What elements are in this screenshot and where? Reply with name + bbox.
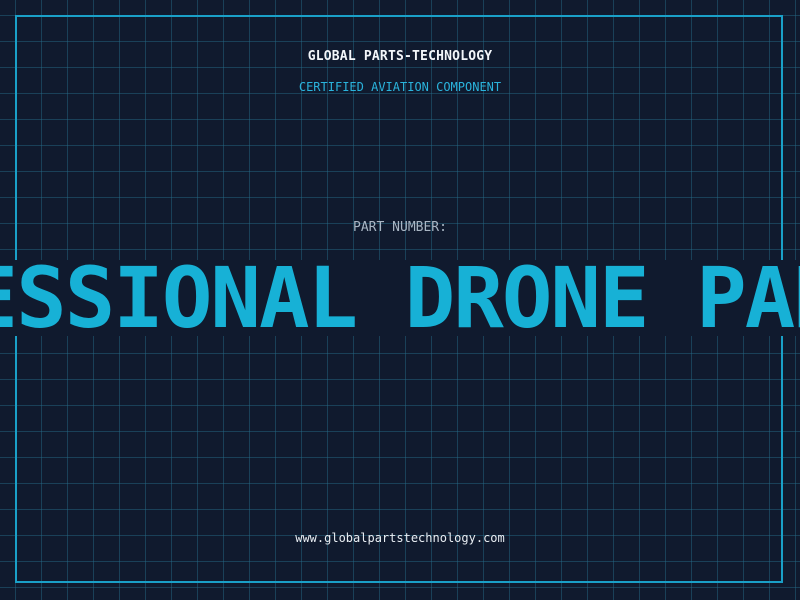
website-link[interactable]: www.globalpartstechnology.com: [0, 531, 800, 545]
part-number-banner: PROFESSIONAL DRONE PARTS: [0, 260, 800, 336]
page-canvas: GLOBAL PARTS-TECHNOLOGY CERTIFIED AVIATI…: [0, 0, 800, 600]
part-number-value: PROFESSIONAL DRONE PARTS: [0, 260, 800, 336]
brand-tagline: CERTIFIED AVIATION COMPONENT: [298, 80, 502, 94]
brand-name: GLOBAL PARTS-TECHNOLOGY: [307, 49, 493, 64]
part-number-label: PART NUMBER:: [353, 220, 447, 235]
